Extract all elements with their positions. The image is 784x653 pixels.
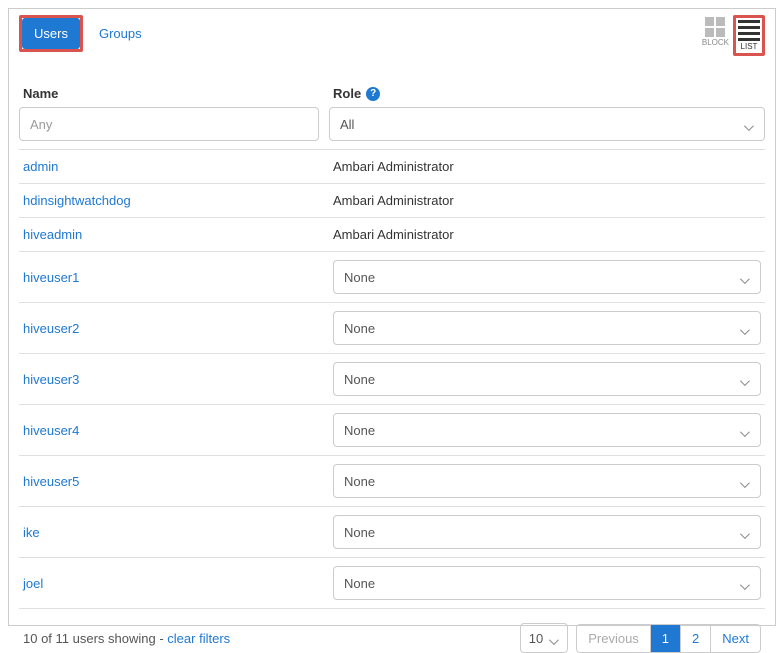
table-row: hiveadmin Ambari Administrator bbox=[19, 218, 765, 252]
role-select[interactable]: None bbox=[333, 311, 761, 345]
role-select-value: None bbox=[344, 576, 375, 591]
user-link[interactable]: hdinsightwatchdog bbox=[23, 193, 323, 208]
user-link[interactable]: admin bbox=[23, 159, 323, 174]
pager-next[interactable]: Next bbox=[711, 625, 760, 652]
chevron-down-icon bbox=[740, 476, 750, 486]
role-select[interactable]: None bbox=[333, 464, 761, 498]
user-link[interactable]: ike bbox=[23, 525, 323, 540]
role-select-value: None bbox=[344, 270, 375, 285]
footer-status: 10 of 11 users showing - clear filters bbox=[23, 631, 230, 646]
table-row: joel None bbox=[19, 558, 765, 609]
role-select[interactable]: None bbox=[333, 515, 761, 549]
chevron-down-icon bbox=[740, 527, 750, 537]
columns-header: Name Role ? bbox=[19, 86, 765, 101]
chevron-down-icon bbox=[740, 272, 750, 282]
role-select-value: None bbox=[344, 525, 375, 540]
table-row: hiveuser3 None bbox=[19, 354, 765, 405]
pager: Previous 1 2 Next bbox=[576, 624, 761, 653]
footer: 10 of 11 users showing - clear filters 1… bbox=[19, 623, 765, 653]
help-icon[interactable]: ? bbox=[366, 87, 380, 101]
status-text: 10 of 11 users showing - bbox=[23, 631, 167, 646]
pager-page-1[interactable]: 1 bbox=[651, 625, 681, 652]
page-size-select[interactable]: 10 bbox=[520, 623, 568, 653]
user-link[interactable]: hiveuser2 bbox=[23, 321, 323, 336]
role-select[interactable]: None bbox=[333, 362, 761, 396]
view-toggle: BLOCK LIST bbox=[700, 15, 765, 56]
user-link[interactable]: hiveuser5 bbox=[23, 474, 323, 489]
pager-previous[interactable]: Previous bbox=[577, 625, 651, 652]
role-select-value: None bbox=[344, 474, 375, 489]
chevron-down-icon bbox=[740, 323, 750, 333]
tab-users[interactable]: Users bbox=[22, 18, 80, 49]
chevron-down-icon bbox=[740, 578, 750, 588]
filters-row: All bbox=[19, 107, 765, 141]
user-link[interactable]: hiveuser4 bbox=[23, 423, 323, 438]
table-row: hiveuser2 None bbox=[19, 303, 765, 354]
user-link[interactable]: joel bbox=[23, 576, 323, 591]
view-list-button[interactable]: LIST bbox=[733, 15, 765, 56]
chevron-down-icon bbox=[549, 633, 559, 643]
role-filter-select[interactable]: All bbox=[329, 107, 765, 141]
grid-icon bbox=[705, 17, 725, 37]
user-link[interactable]: hiveadmin bbox=[23, 227, 323, 242]
chevron-down-icon bbox=[740, 425, 750, 435]
role-text: Ambari Administrator bbox=[333, 227, 761, 242]
view-block-label: BLOCK bbox=[702, 38, 729, 47]
table-row: hiveuser1 None bbox=[19, 252, 765, 303]
clear-filters-link[interactable]: clear filters bbox=[167, 631, 230, 646]
topbar: Users Groups BLOCK LIST bbox=[19, 15, 765, 56]
table-row: hiveuser5 None bbox=[19, 456, 765, 507]
view-list-label: LIST bbox=[741, 42, 758, 51]
tab-groups[interactable]: Groups bbox=[87, 18, 154, 49]
role-select[interactable]: None bbox=[333, 260, 761, 294]
column-role-label: Role bbox=[333, 86, 361, 101]
role-filter-value: All bbox=[340, 117, 354, 132]
table-row: hiveuser4 None bbox=[19, 405, 765, 456]
role-text: Ambari Administrator bbox=[333, 159, 761, 174]
role-select[interactable]: None bbox=[333, 413, 761, 447]
role-select-value: None bbox=[344, 372, 375, 387]
name-filter-input[interactable] bbox=[19, 107, 319, 141]
list-icon bbox=[738, 20, 760, 41]
user-link[interactable]: hiveuser1 bbox=[23, 270, 323, 285]
table-row: hdinsightwatchdog Ambari Administrator bbox=[19, 184, 765, 218]
page-size-value: 10 bbox=[529, 631, 543, 646]
role-select[interactable]: None bbox=[333, 566, 761, 600]
chevron-down-icon bbox=[744, 119, 754, 129]
pager-page-2[interactable]: 2 bbox=[681, 625, 711, 652]
users-admin-panel: Users Groups BLOCK LIST Name Role ? All bbox=[8, 8, 776, 626]
tabs-highlight-box: Users bbox=[19, 15, 83, 52]
role-select-value: None bbox=[344, 321, 375, 336]
chevron-down-icon bbox=[740, 374, 750, 384]
role-select-value: None bbox=[344, 423, 375, 438]
view-block-button[interactable]: BLOCK bbox=[700, 15, 731, 49]
users-table: adminAmbari Administratorhdinsightwatchd… bbox=[19, 149, 765, 609]
table-row: ike None bbox=[19, 507, 765, 558]
user-link[interactable]: hiveuser3 bbox=[23, 372, 323, 387]
table-row: admin Ambari Administrator bbox=[19, 150, 765, 184]
column-name-label: Name bbox=[23, 86, 58, 101]
role-text: Ambari Administrator bbox=[333, 193, 761, 208]
